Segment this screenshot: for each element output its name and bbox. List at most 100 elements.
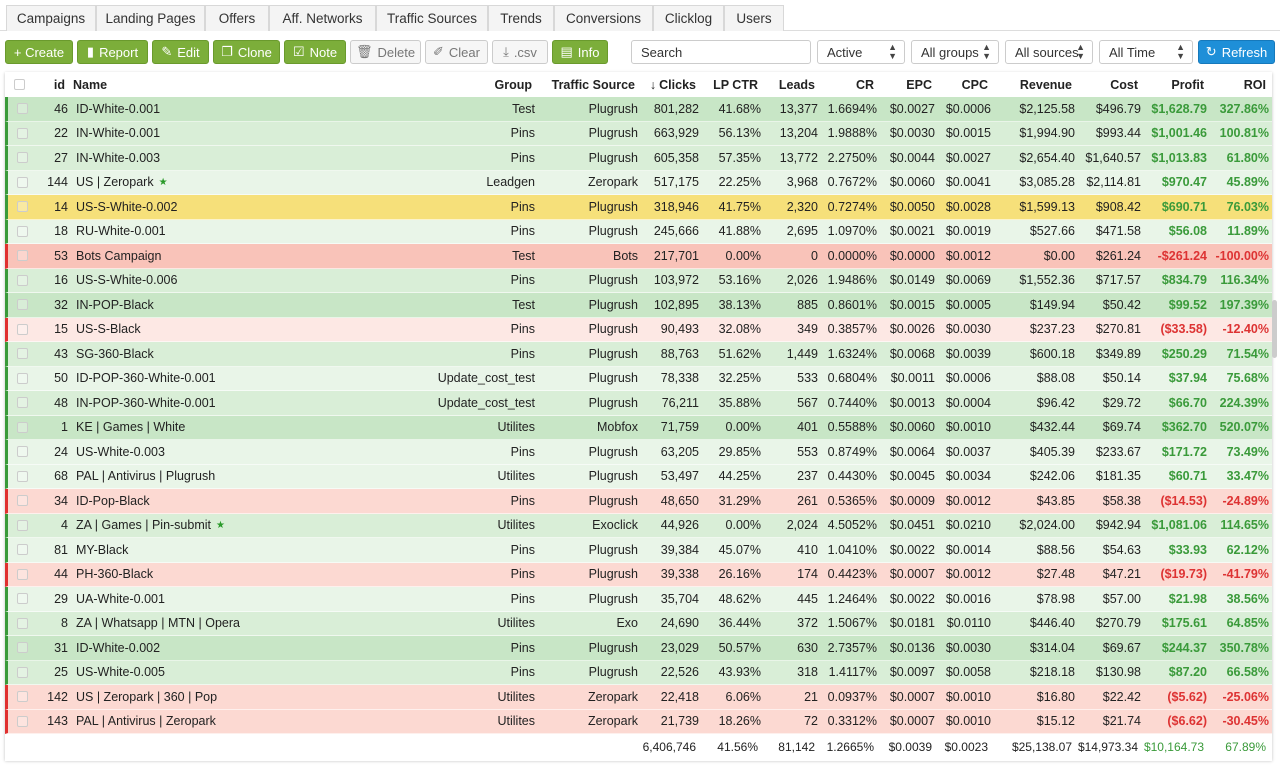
cell-name[interactable]: MY-Black	[74, 538, 428, 562]
note-button[interactable]: ☑ Note	[284, 40, 346, 64]
row-checkbox[interactable]	[16, 544, 28, 556]
row-checkbox[interactable]	[16, 642, 28, 654]
clear-button[interactable]: ✐ Clear	[425, 40, 488, 64]
report-button[interactable]: ▮ Report	[77, 40, 148, 64]
row-checkbox[interactable]	[16, 152, 28, 164]
row-checkbox[interactable]	[16, 519, 28, 531]
cell-name[interactable]: SG-360-Black	[74, 342, 428, 366]
table-row[interactable]: 46 ID-White-0.001 Test Plugrush 801,282 41.68…	[5, 97, 1272, 122]
row-select-cell[interactable]	[8, 97, 36, 121]
status-select[interactable]: Active ▲ ▼	[817, 40, 905, 64]
row-select-cell[interactable]	[8, 195, 36, 219]
column-header-name[interactable]: Name	[71, 72, 425, 97]
cell-name[interactable]: Bots Campaign	[74, 244, 428, 268]
refresh-button[interactable]: ↻ Refresh	[1198, 40, 1275, 64]
cell-name[interactable]: US-White-0.005	[74, 661, 428, 685]
row-select-cell[interactable]	[8, 489, 36, 513]
table-row[interactable]: 1 KE | Games | White Utilites Mobfox 71,759 0…	[5, 415, 1272, 440]
row-checkbox[interactable]	[16, 201, 28, 213]
column-header-lp-ctr[interactable]: LP CTR	[702, 72, 764, 97]
row-select-cell[interactable]	[8, 220, 36, 244]
table-row[interactable]: 143 PAL | Antivirus | Zeropark Utilites Zer…	[5, 709, 1272, 734]
row-checkbox[interactable]	[16, 348, 28, 360]
csv-export-button[interactable]: ⤓ .csv	[492, 40, 548, 64]
row-checkbox[interactable]	[16, 495, 28, 507]
cell-name[interactable]: ID-White-0.001	[74, 97, 428, 121]
row-select-cell[interactable]	[8, 244, 36, 268]
row-checkbox[interactable]	[16, 225, 28, 237]
row-select-cell[interactable]	[8, 318, 36, 342]
tab-offers[interactable]: Offers	[205, 5, 269, 31]
table-row[interactable]: 31 ID-White-0.002 Pins Plugrush 23,029 50.57%…	[5, 636, 1272, 661]
column-header-id[interactable]: id	[33, 72, 71, 97]
cell-name[interactable]: IN-POP-Black	[74, 293, 428, 317]
column-header-leads[interactable]: Leads	[764, 72, 821, 97]
table-row[interactable]: 48 IN-POP-360-White-0.001 Update_cost_test…	[5, 391, 1272, 416]
row-select-cell[interactable]	[8, 171, 36, 195]
table-row[interactable]: 144 US | Zeropark ★ Leadgen Zeropark 517,175 2…	[5, 170, 1272, 195]
row-select-cell[interactable]	[8, 416, 36, 440]
row-select-cell[interactable]	[8, 587, 36, 611]
select-all-cell[interactable]	[5, 72, 33, 97]
column-header-epc[interactable]: EPC	[880, 72, 938, 97]
tab-conversions[interactable]: Conversions	[554, 5, 653, 31]
cell-name[interactable]: ZA | Whatsapp | MTN | Opera	[74, 612, 428, 636]
tab-traffic-sources[interactable]: Traffic Sources	[376, 5, 488, 31]
row-checkbox[interactable]	[16, 568, 28, 580]
column-header-group[interactable]: Group	[425, 72, 538, 97]
cell-name[interactable]: PH-360-Black	[74, 563, 428, 587]
table-row[interactable]: 14 US-S-White-0.002 Pins Plugrush 318,946 41.…	[5, 195, 1272, 220]
table-row[interactable]: 50 ID-POP-360-White-0.001 Update_cost_test…	[5, 366, 1272, 391]
table-row[interactable]: 8 ZA | Whatsapp | MTN | Opera Utilites Exo 2…	[5, 611, 1272, 636]
tab-landing-pages[interactable]: Landing Pages	[96, 5, 205, 31]
cell-name[interactable]: IN-White-0.003	[74, 146, 428, 170]
clone-button[interactable]: ❐ Clone	[213, 40, 280, 64]
cell-name[interactable]: KE | Games | White	[74, 416, 428, 440]
row-select-cell[interactable]	[8, 514, 36, 538]
column-header-cpc[interactable]: CPC	[938, 72, 994, 97]
column-header-profit[interactable]: Profit	[1144, 72, 1210, 97]
cell-name[interactable]: US | Zeropark | 360 | Pop	[74, 685, 428, 709]
row-checkbox[interactable]	[16, 299, 28, 311]
column-header-revenue[interactable]: Revenue	[994, 72, 1078, 97]
row-select-cell[interactable]	[8, 367, 36, 391]
row-checkbox[interactable]	[16, 397, 28, 409]
row-select-cell[interactable]	[8, 710, 36, 734]
cell-name[interactable]: RU-White-0.001	[74, 220, 428, 244]
row-select-cell[interactable]	[8, 538, 36, 562]
table-row[interactable]: 24 US-White-0.003 Pins Plugrush 63,205 29.85%…	[5, 440, 1272, 465]
info-button[interactable]: ▤ Info	[552, 40, 608, 64]
row-select-cell[interactable]	[8, 122, 36, 146]
column-header-roi[interactable]: ROI	[1210, 72, 1272, 97]
row-select-cell[interactable]	[8, 636, 36, 660]
row-checkbox[interactable]	[16, 372, 28, 384]
table-row[interactable]: 68 PAL | Antivirus | Plugrush Utilites Plug…	[5, 464, 1272, 489]
table-row[interactable]: 25 US-White-0.005 Pins Plugrush 22,526 43.93%…	[5, 660, 1272, 685]
row-select-cell[interactable]	[8, 293, 36, 317]
search-input[interactable]: Search	[631, 40, 811, 64]
row-select-cell[interactable]	[8, 269, 36, 293]
column-header-clicks[interactable]: ↓ Clicks	[641, 72, 702, 97]
table-row[interactable]: 4 ZA | Games | Pin-submit ★ Utilites Exoclic…	[5, 513, 1272, 538]
row-select-cell[interactable]	[8, 661, 36, 685]
row-checkbox[interactable]	[16, 715, 28, 727]
row-select-cell[interactable]	[8, 563, 36, 587]
cell-name[interactable]: ID-Pop-Black	[74, 489, 428, 513]
cell-name[interactable]: US | Zeropark ★	[74, 171, 428, 195]
row-checkbox[interactable]	[16, 593, 28, 605]
row-select-cell[interactable]	[8, 146, 36, 170]
row-select-cell[interactable]	[8, 440, 36, 464]
table-row[interactable]: 15 US-S-Black Pins Plugrush 90,493 32.08% 349 0…	[5, 317, 1272, 342]
cell-name[interactable]: ZA | Games | Pin-submit ★	[74, 514, 428, 538]
select-all-checkbox[interactable]	[13, 79, 25, 90]
row-select-cell[interactable]	[8, 391, 36, 415]
cell-name[interactable]: US-S-White-0.006	[74, 269, 428, 293]
row-checkbox[interactable]	[16, 323, 28, 335]
tab-users[interactable]: Users	[724, 5, 784, 31]
row-select-cell[interactable]	[8, 612, 36, 636]
row-checkbox[interactable]	[16, 446, 28, 458]
column-header-traffic-source[interactable]: Traffic Source	[538, 72, 641, 97]
cell-name[interactable]: US-White-0.003	[74, 440, 428, 464]
cell-name[interactable]: ID-POP-360-White-0.001	[74, 367, 428, 391]
table-row[interactable]: 43 SG-360-Black Pins Plugrush 88,763 51.62% 1,…	[5, 342, 1272, 367]
